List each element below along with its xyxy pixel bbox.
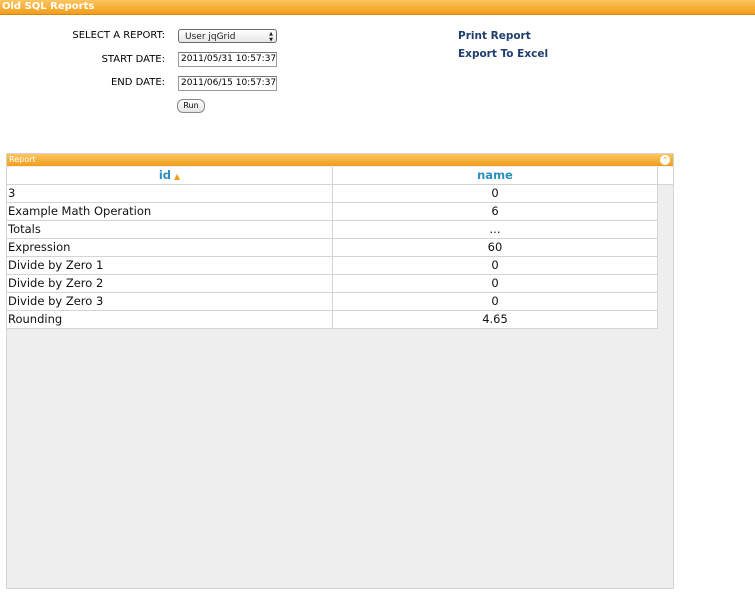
start-date-input[interactable]: 2011/05/31 10:57:37 — [178, 52, 277, 67]
column-header-id-label: id — [158, 168, 172, 182]
table-row[interactable]: Divide by Zero 10 — [7, 257, 658, 275]
column-header-id[interactable]: id ▲ — [7, 167, 333, 184]
cell-name: 0 — [333, 257, 658, 274]
cell-id: Divide by Zero 3 — [7, 293, 333, 310]
cell-name: 0 — [333, 293, 658, 310]
end-date-label: END DATE: — [110, 77, 165, 88]
table-row[interactable]: Example Math Operation 6 — [7, 203, 658, 221]
cell-name: 0 — [333, 275, 658, 292]
table-row[interactable]: 30 — [7, 185, 658, 203]
cell-id: Expression — [7, 239, 333, 256]
report-select-value: User jqGrid — [185, 32, 236, 42]
table-row[interactable]: Divide by Zero 20 — [7, 275, 658, 293]
end-date-input[interactable]: 2011/06/15 10:57:37 — [178, 76, 277, 91]
table-row[interactable]: Rounding 4.65 — [7, 311, 658, 329]
run-button[interactable]: Run — [177, 99, 205, 113]
grid-header: id ▲ name — [7, 167, 673, 185]
cell-id: Rounding — [7, 311, 333, 328]
table-row[interactable]: Expression 60 — [7, 239, 658, 257]
cell-name: 6 — [333, 203, 658, 220]
select-arrows-icon: ▲ ▼ — [269, 31, 273, 43]
cell-id: Divide by Zero 2 — [7, 275, 333, 292]
title-bar: Old SQL Reports — [0, 0, 755, 15]
cell-id: Totals — [7, 221, 333, 238]
cell-name: ... — [333, 221, 658, 238]
sort-icon: ▲ — [174, 172, 181, 181]
cell-name: 0 — [333, 185, 658, 202]
export-excel-link[interactable]: Export To Excel — [458, 47, 548, 61]
cell-id: 3 — [7, 185, 333, 202]
cell-id: Divide by Zero 1 — [7, 257, 333, 274]
app-title: Old SQL Reports — [2, 1, 95, 12]
cell-id: Example Math Operation — [7, 203, 333, 220]
table-row[interactable]: Totals... — [7, 221, 658, 239]
start-date-label: START DATE: — [101, 54, 165, 65]
cell-name: 60 — [333, 239, 658, 256]
select-report-label: SELECT A REPORT: — [72, 30, 165, 41]
report-select[interactable]: User jqGrid ▲ ▼ — [178, 29, 277, 43]
collapse-icon[interactable]: ⌃ — [660, 155, 670, 165]
grid-body: 3 0 Example Math Operation 6 Totals... Expres… — [7, 185, 658, 329]
print-report-link[interactable]: Print Report — [458, 29, 531, 43]
table-row[interactable]: Divide by Zero 30 — [7, 293, 658, 311]
report-grid: Report ⌃ id ▲ name 3 0 Example Math Operati… — [6, 153, 674, 589]
column-header-name[interactable]: name — [333, 167, 658, 184]
grid-caption-bar: Report ⌃ — [7, 154, 673, 166]
grid-caption: Report — [9, 155, 36, 164]
cell-name: 4.65 — [333, 311, 658, 328]
